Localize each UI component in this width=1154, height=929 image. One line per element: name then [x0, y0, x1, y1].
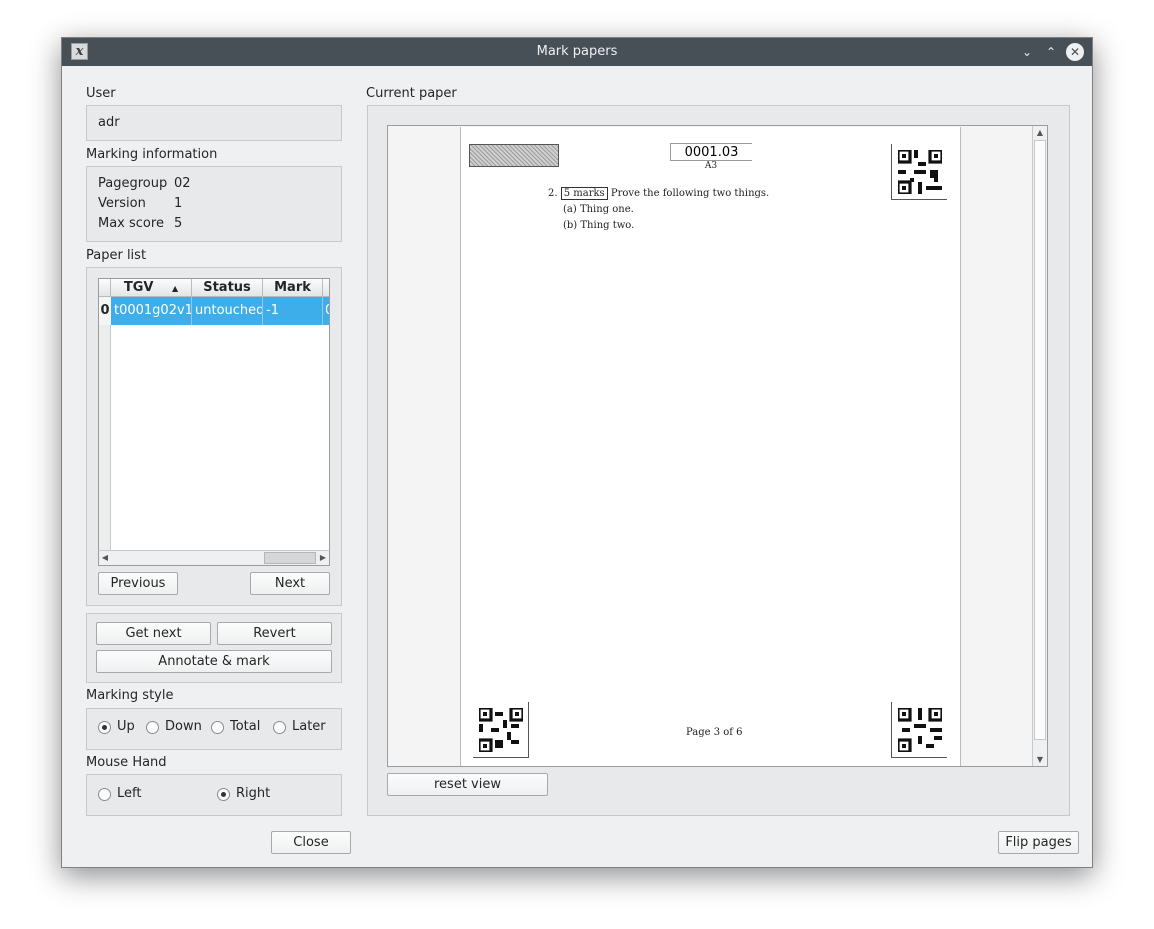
paper-table-hscrollbar[interactable]: ◀ ▶	[98, 550, 330, 566]
radio-right[interactable]	[217, 788, 230, 801]
paper-table[interactable]: TGV ▲ Status Mark 0 t0001g02v1 untouched…	[98, 278, 330, 566]
paper-list-label: Paper list	[86, 248, 147, 263]
get-next-button[interactable]: Get next	[96, 622, 211, 645]
radio-left[interactable]	[98, 788, 111, 801]
vscroll-thumb[interactable]	[1034, 140, 1046, 740]
close-button[interactable]: Close	[271, 831, 351, 854]
question-text: Prove the following two things.	[610, 188, 770, 199]
previous-button[interactable]: Previous	[98, 572, 178, 595]
table-cell-extra[interactable]: 0	[323, 297, 329, 325]
question-part-b: (b) Thing two.	[563, 220, 635, 231]
column-header-tgv[interactable]: TGV ▲	[111, 279, 192, 297]
next-button[interactable]: Next	[250, 572, 330, 595]
info-pagegroup: Pagegroup 02	[98, 176, 191, 191]
mouse-hand-label: Mouse Hand	[86, 755, 167, 770]
sort-asc-icon: ▲	[171, 284, 179, 293]
question-line: 2. 5 marks Prove the following two thing…	[548, 187, 769, 200]
qr-code-icon	[891, 702, 947, 758]
scroll-right-icon[interactable]: ▶	[317, 551, 329, 565]
table-cell-mark[interactable]: -1	[263, 297, 323, 325]
radio-total[interactable]	[211, 721, 224, 734]
table-corner	[99, 279, 111, 297]
hscroll-thumb[interactable]	[264, 552, 316, 564]
info-max-score: Max score 5	[98, 216, 183, 231]
user-box: adr	[86, 105, 342, 141]
current-paper-label: Current paper	[366, 86, 457, 101]
row-header-strip	[99, 297, 111, 565]
reset-view-button[interactable]: reset view	[387, 773, 548, 796]
column-header-status[interactable]: Status	[192, 279, 263, 297]
marking-info-label: Marking information	[86, 147, 218, 162]
radio-left-label[interactable]: Left	[117, 786, 141, 801]
mark-papers-window: x Mark papers ⌄ ⌃ ✕ User adr Marking inf…	[61, 37, 1093, 868]
radio-later[interactable]	[273, 721, 286, 734]
redacted-name-box	[469, 144, 559, 167]
question-part-a: (a) Thing one.	[563, 204, 634, 215]
minimize-icon[interactable]: ⌄	[1018, 43, 1036, 61]
user-value: adr	[98, 115, 120, 130]
radio-up[interactable]	[98, 721, 111, 734]
question-number: 2.	[548, 188, 558, 199]
title-bar[interactable]: x Mark papers ⌄ ⌃ ✕	[62, 38, 1092, 66]
revert-button[interactable]: Revert	[217, 622, 332, 645]
user-label: User	[86, 86, 116, 101]
column-header-mark[interactable]: Mark	[263, 279, 323, 297]
radio-down[interactable]	[146, 721, 159, 734]
table-cell-tgv[interactable]: t0001g02v1	[111, 297, 192, 325]
row-number[interactable]: 0	[99, 297, 111, 325]
qr-code-icon	[891, 144, 947, 200]
radio-down-label[interactable]: Down	[165, 719, 202, 734]
scroll-left-icon[interactable]: ◀	[99, 551, 111, 565]
column-header-extra[interactable]	[323, 279, 329, 297]
paper-page: 0001.03 A3 2. 5 marks Prove the followin…	[460, 127, 961, 766]
scroll-down-icon[interactable]: ▼	[1033, 753, 1047, 766]
info-version: Version 1	[98, 196, 183, 211]
table-cell-status[interactable]: untouched	[192, 297, 263, 325]
qr-code-icon	[473, 702, 529, 758]
window-title: Mark papers	[536, 44, 618, 59]
paper-code-sub: A3	[704, 161, 718, 171]
marks-badge: 5 marks	[560, 187, 608, 200]
radio-up-label[interactable]: Up	[117, 719, 135, 734]
flip-pages-button[interactable]: Flip pages	[998, 831, 1079, 854]
close-window-icon[interactable]: ✕	[1066, 43, 1084, 61]
radio-later-label[interactable]: Later	[292, 719, 326, 734]
radio-total-label[interactable]: Total	[230, 719, 260, 734]
maximize-icon[interactable]: ⌃	[1042, 43, 1060, 61]
marking-style-label: Marking style	[86, 688, 174, 703]
page-footer: Page 3 of 6	[686, 727, 743, 738]
marking-info-box: Pagegroup 02 Version 1 Max score 5	[86, 166, 342, 242]
paper-viewer[interactable]: 0001.03 A3 2. 5 marks Prove the followin…	[387, 125, 1048, 767]
paper-code: 0001.03	[670, 143, 752, 161]
annotate-mark-button[interactable]: Annotate & mark	[96, 650, 332, 673]
scroll-up-icon[interactable]: ▲	[1033, 126, 1047, 139]
viewer-vscrollbar[interactable]: ▲ ▼	[1032, 126, 1047, 766]
radio-right-label[interactable]: Right	[236, 786, 270, 801]
